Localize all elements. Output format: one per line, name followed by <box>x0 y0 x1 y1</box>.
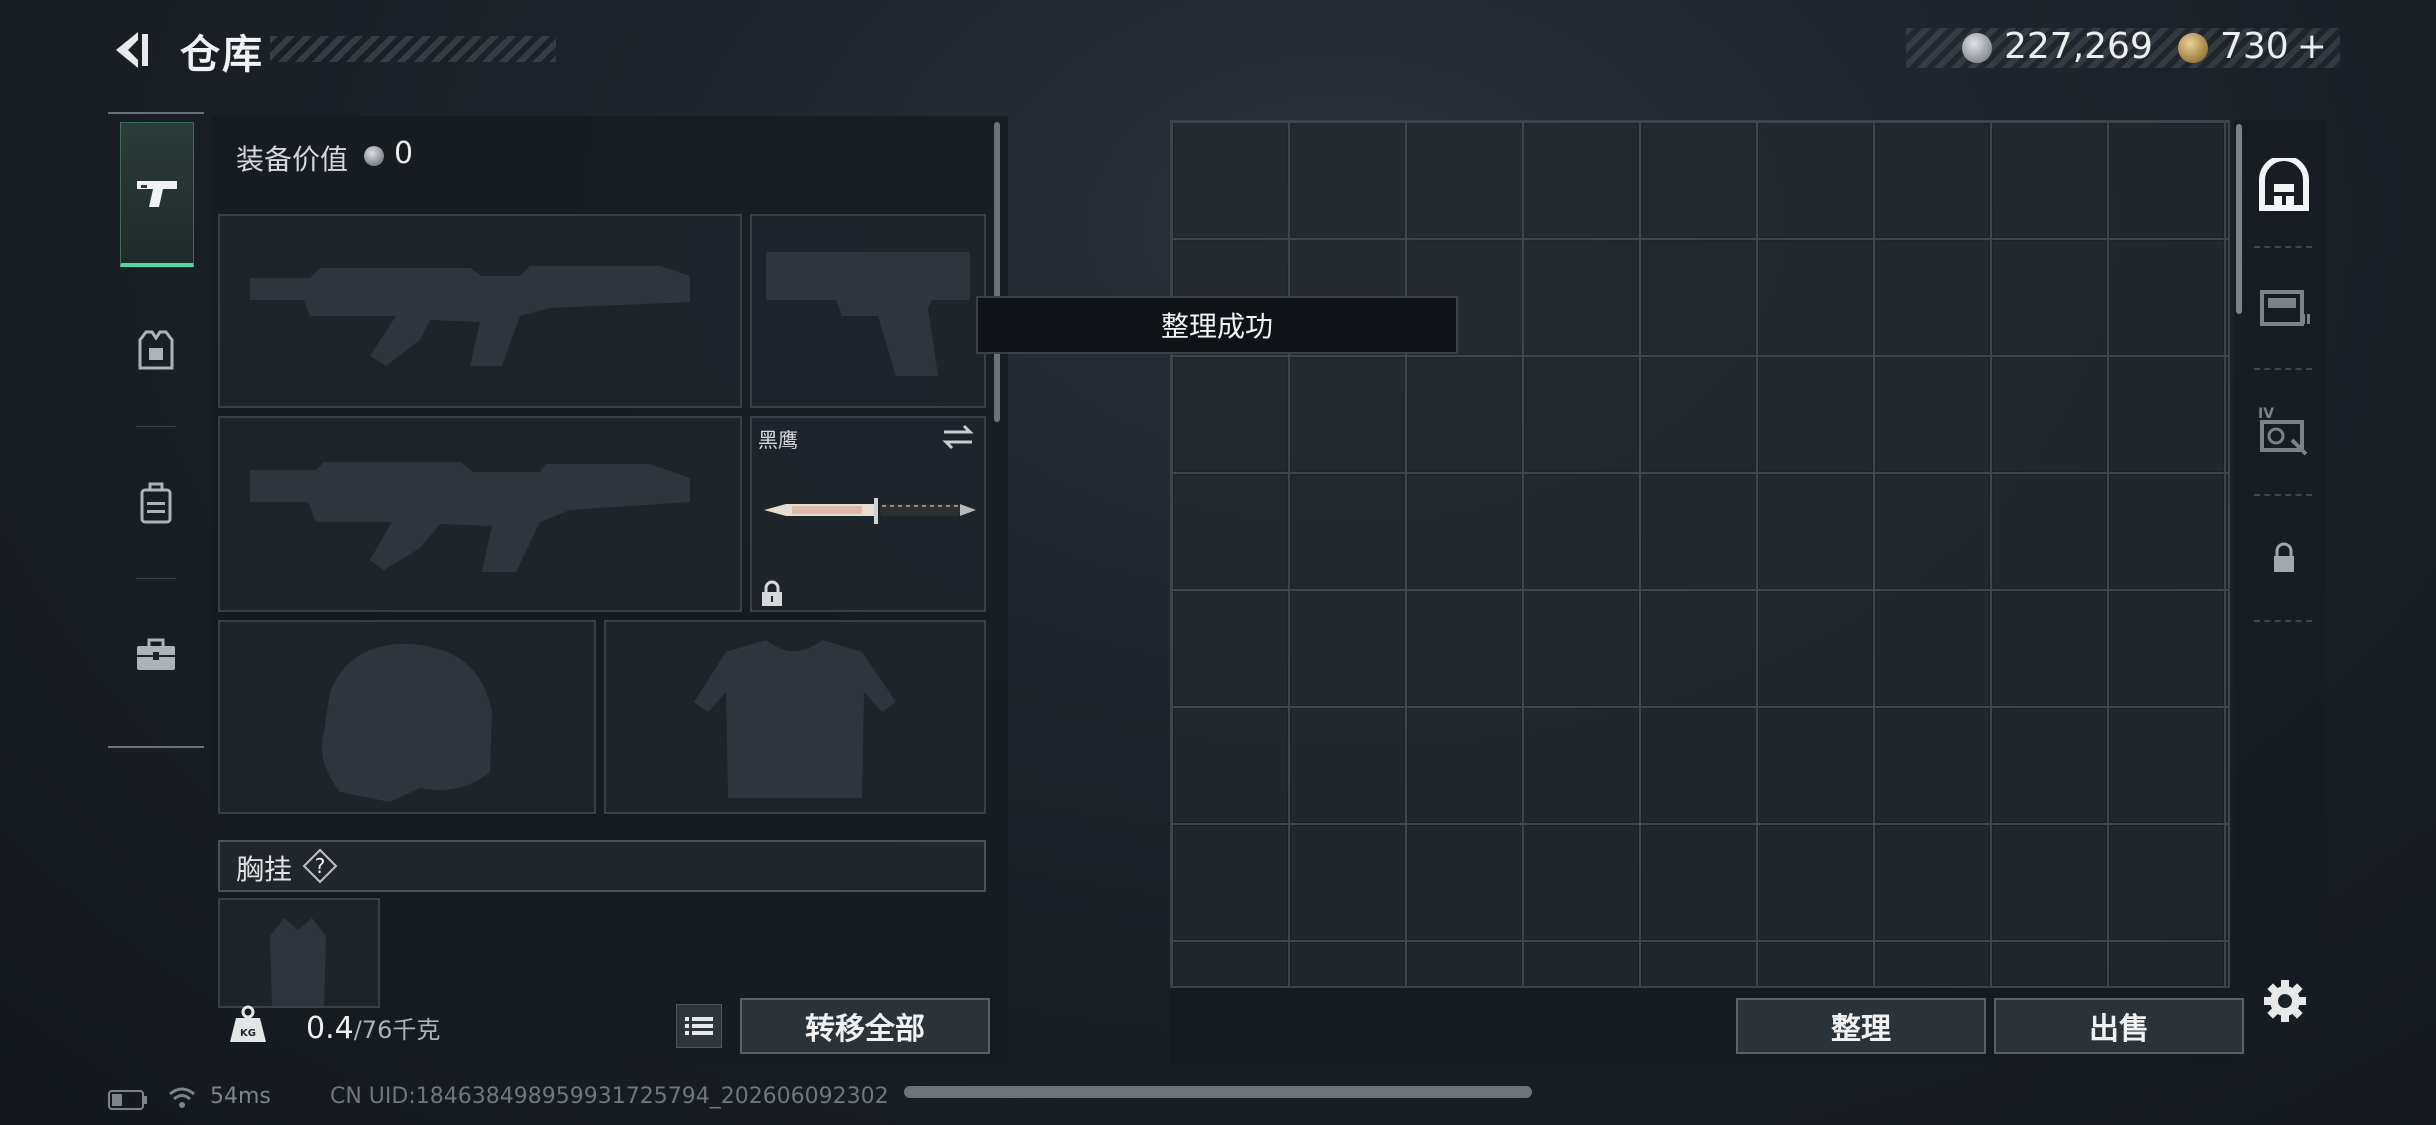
armor-silhouette <box>694 640 896 798</box>
tab-divider <box>136 426 176 427</box>
tab-weapons[interactable] <box>120 122 194 267</box>
weight-current: 0.4 <box>306 1011 354 1046</box>
rifle-silhouette <box>250 462 690 572</box>
helmet-silhouette <box>322 643 492 802</box>
warehouse-screen: { "header": { "title": "仓库", "back_icon"… <box>0 0 2436 1125</box>
home-indicator[interactable] <box>904 1086 1532 1098</box>
weight-display: 0.4/76千克 <box>306 1010 440 1046</box>
container-icon[interactable] <box>2256 278 2312 334</box>
equipment-value: 0 <box>394 136 414 171</box>
silver-balance: 227,269 <box>2004 26 2153 67</box>
silver-coin-icon <box>364 146 384 166</box>
svg-text:KG: KG <box>240 1028 256 1039</box>
list-view-button[interactable] <box>676 1004 722 1048</box>
chest-rig-silhouette <box>270 918 326 1006</box>
gear-icon[interactable] <box>2262 978 2308 1024</box>
stash-icon[interactable] <box>2256 155 2312 214</box>
container-iv-icon[interactable]: IV <box>2256 402 2312 458</box>
sell-button[interactable]: 出售 <box>1994 998 2244 1054</box>
transfer-all-button[interactable]: 转移全部 <box>740 998 990 1054</box>
silver-coin-icon <box>1962 33 1992 63</box>
user-uid: CN UID:184638498959931725794_20260609230… <box>330 1084 889 1109</box>
storage-grid[interactable] <box>1170 120 2230 988</box>
toast-message: 整理成功 <box>976 296 1458 354</box>
sort-button[interactable]: 整理 <box>1736 998 1986 1054</box>
lock-icon[interactable] <box>2266 540 2302 576</box>
slot-armor[interactable] <box>604 620 986 814</box>
pistol-icon <box>137 181 177 207</box>
rail-divider <box>2254 494 2312 497</box>
slot-primary-weapon-2[interactable] <box>218 416 742 612</box>
slot-chest-rig[interactable] <box>218 898 380 1008</box>
svg-text:IV: IV <box>2258 406 2274 422</box>
equipment-value-label: 装备价值 <box>236 143 349 176</box>
slot-primary-weapon-1[interactable] <box>218 214 742 408</box>
equipment-scrollbar[interactable] <box>994 122 1000 422</box>
storage-tabs-scrollbar[interactable] <box>2236 124 2242 314</box>
toolbox-icon <box>137 638 175 670</box>
list-icon <box>685 1017 713 1035</box>
melee-item-name: 黑鹰 <box>758 428 798 452</box>
rail-divider <box>2254 368 2312 371</box>
page-title: 仓库 <box>180 32 264 78</box>
wifi-icon <box>168 1086 196 1110</box>
tab-toolbox[interactable] <box>120 584 192 724</box>
battery-icon <box>108 1090 148 1110</box>
svg-text:?: ? <box>315 854 326 878</box>
title-decoration <box>270 36 556 62</box>
lock-icon <box>760 580 784 608</box>
help-icon[interactable]: ? <box>302 848 338 884</box>
knife-image <box>762 492 978 528</box>
ping-indicator: 54ms <box>210 1084 271 1109</box>
slot-secondary-pistol[interactable] <box>750 214 986 408</box>
gold-coin-icon <box>2178 33 2208 63</box>
swap-icon[interactable] <box>940 422 976 452</box>
chest-rig-label: 胸挂 <box>236 853 293 886</box>
backpack-icon <box>140 482 172 524</box>
gold-plus-button[interactable]: + <box>2297 26 2327 67</box>
tab-backpack[interactable] <box>120 432 192 572</box>
rail-divider <box>2254 620 2312 623</box>
slot-helmet[interactable] <box>218 620 596 814</box>
rifle-silhouette <box>250 266 690 366</box>
back-arrow-icon[interactable] <box>108 28 152 72</box>
gold-balance[interactable]: 730 + <box>2220 26 2327 67</box>
rail-divider <box>2254 246 2312 249</box>
gold-value: 730 <box>2220 26 2289 67</box>
pistol-silhouette <box>766 252 970 376</box>
weight-kg-icon: KG <box>228 1004 268 1044</box>
tab-divider <box>136 578 176 579</box>
tab-armor[interactable] <box>120 280 192 420</box>
weight-capacity: /76千克 <box>353 1016 441 1044</box>
armor-vest-icon <box>138 330 174 370</box>
